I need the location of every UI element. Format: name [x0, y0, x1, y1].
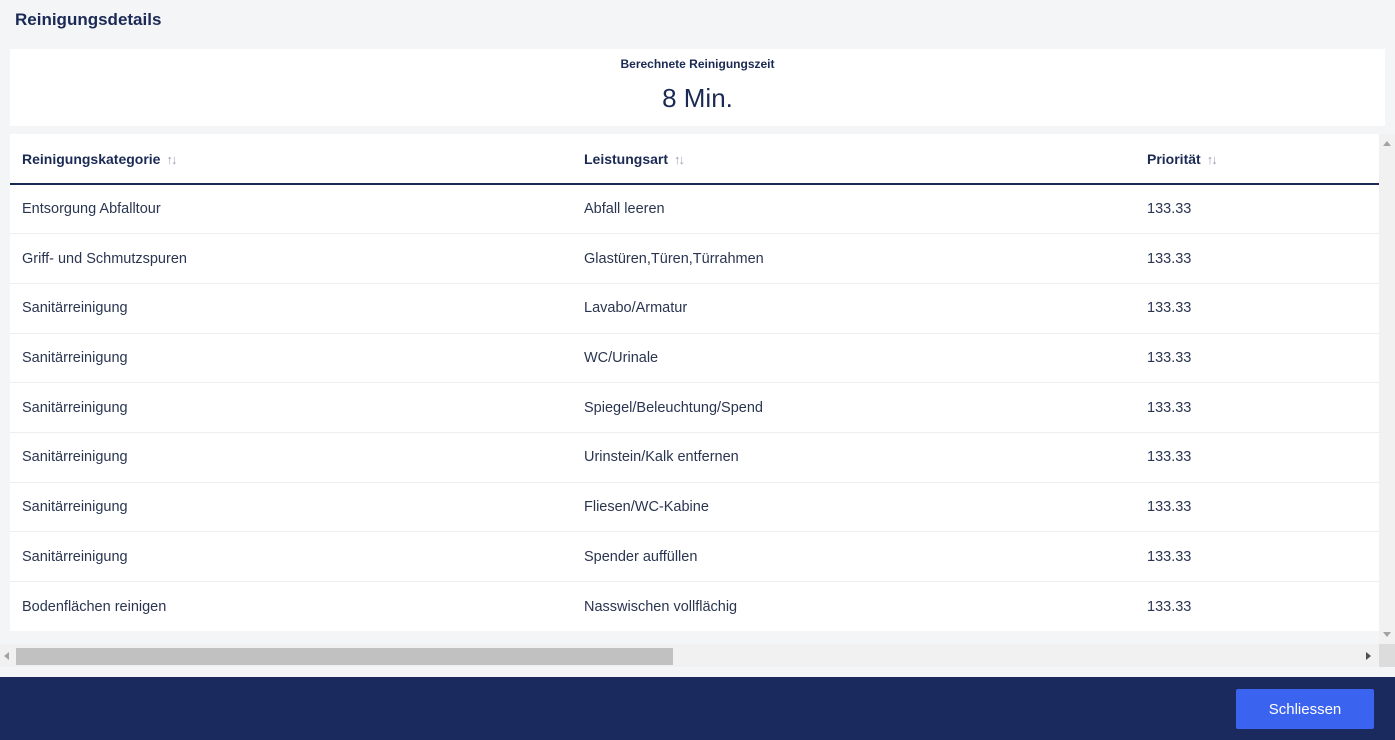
vertical-scrollbar[interactable] — [1379, 134, 1395, 644]
column-header-label: Leistungsart — [584, 150, 669, 167]
cell-kategorie: Griff- und Schmutzspuren — [10, 233, 572, 284]
cell-prioritaet: 133.33 — [1135, 482, 1379, 533]
table-row: Griff- und Schmutzspuren Glastüren,Türen… — [10, 233, 1379, 284]
column-header-prioritaet[interactable]: Priorität ↑↓ — [1135, 134, 1379, 185]
table-row: Bodenflächen reinigen Nasswischen vollfl… — [10, 582, 1379, 632]
cell-kategorie: Sanitärreinigung — [10, 283, 572, 334]
cell-leistungsart: Urinstein/Kalk entfernen — [572, 432, 1135, 483]
table-row: Entsorgung Abfalltour Abfall leeren 133.… — [10, 184, 1379, 235]
sort-icon[interactable]: ↑↓ — [674, 152, 685, 167]
cell-kategorie: Sanitärreinigung — [10, 333, 572, 384]
cell-leistungsart: Abfall leeren — [572, 184, 1135, 235]
cell-prioritaet: 133.33 — [1135, 283, 1379, 334]
cell-prioritaet: 133.33 — [1135, 382, 1379, 433]
cell-prioritaet: 133.33 — [1135, 432, 1379, 483]
cell-leistungsart: Spender auffüllen — [572, 531, 1135, 582]
summary-value: 8 Min. — [662, 83, 733, 113]
column-header-kategorie[interactable]: Reinigungskategorie ↑↓ — [10, 134, 572, 185]
cell-leistungsart: Fliesen/WC-Kabine — [572, 482, 1135, 533]
dialog-footer: Schliessen — [0, 677, 1395, 740]
scroll-up-arrow-icon[interactable] — [1383, 141, 1391, 146]
cell-prioritaet: 133.33 — [1135, 333, 1379, 384]
cell-kategorie: Sanitärreinigung — [10, 482, 572, 533]
cleaning-table-container: Reinigungskategorie ↑↓ Leistungsart ↑↓ Pri… — [10, 134, 1379, 631]
cell-leistungsart: Glastüren,Türen,Türrahmen — [572, 233, 1135, 284]
table-row: Sanitärreinigung Fliesen/WC-Kabine 133.3… — [10, 482, 1379, 533]
cell-kategorie: Sanitärreinigung — [10, 382, 572, 433]
cell-kategorie: Bodenflächen reinigen — [22, 598, 167, 615]
sort-icon[interactable]: ↑↓ — [166, 152, 177, 167]
table-row: Sanitärreinigung Urinstein/Kalk entferne… — [10, 432, 1379, 483]
table-row: Sanitärreinigung Spender auffüllen 133.3… — [10, 531, 1379, 582]
column-header-label: Reinigungskategorie — [22, 150, 161, 167]
cell-leistungsart: Spiegel/Beleuchtung/Spend — [572, 382, 1135, 433]
cell-kategorie: Sanitärreinigung — [10, 531, 572, 582]
scroll-down-arrow-icon[interactable] — [1383, 632, 1391, 637]
cell-prioritaet: 133.33 — [1135, 184, 1379, 235]
summary-label: Berechnete Reinigungszeit — [620, 57, 775, 71]
sort-icon[interactable]: ↑↓ — [1207, 152, 1218, 167]
cleaning-details-dialog: Reinigungsdetails Berechnete Reinigungsz… — [0, 0, 1395, 740]
horizontal-scrollbar[interactable] — [0, 644, 1379, 667]
cell-leistungsart: WC/Urinale — [572, 333, 1135, 384]
cleaning-time-summary: Berechnete Reinigungszeit 8 Min. — [10, 49, 1385, 126]
scroll-left-arrow-icon[interactable] — [4, 652, 9, 660]
table-row: Sanitärreinigung Spiegel/Beleuchtung/Spe… — [10, 382, 1379, 433]
cell-leistungsart: Nasswischen vollflächig — [584, 598, 738, 615]
scroll-right-arrow-icon[interactable] — [1366, 652, 1371, 660]
dialog-title: Reinigungsdetails — [15, 10, 162, 29]
cell-kategorie: Sanitärreinigung — [10, 432, 572, 483]
cell-kategorie: Entsorgung Abfalltour — [10, 184, 572, 235]
column-header-label: Priorität — [1147, 150, 1201, 167]
column-header-leistungsart[interactable]: Leistungsart ↑↓ — [572, 134, 1135, 185]
close-button[interactable]: Schliessen — [1236, 689, 1374, 729]
table-row: Sanitärreinigung WC/Urinale 133.33 — [10, 333, 1379, 384]
cleaning-table: Reinigungskategorie ↑↓ Leistungsart ↑↓ Pri… — [10, 134, 1379, 631]
cell-prioritaet: 133.33 — [1135, 531, 1379, 582]
cell-prioritaet: 133.33 — [1135, 233, 1379, 284]
table-row: Sanitärreinigung Lavabo/Armatur 133.33 — [10, 283, 1379, 334]
table-header-row: Reinigungskategorie ↑↓ Leistungsart ↑↓ Pri… — [10, 134, 1379, 185]
horizontal-scrollbar-thumb[interactable] — [16, 648, 673, 665]
scrollbar-corner — [1379, 644, 1395, 667]
cell-prioritaet: 133.33 — [1147, 598, 1192, 615]
cell-leistungsart: Lavabo/Armatur — [572, 283, 1135, 334]
